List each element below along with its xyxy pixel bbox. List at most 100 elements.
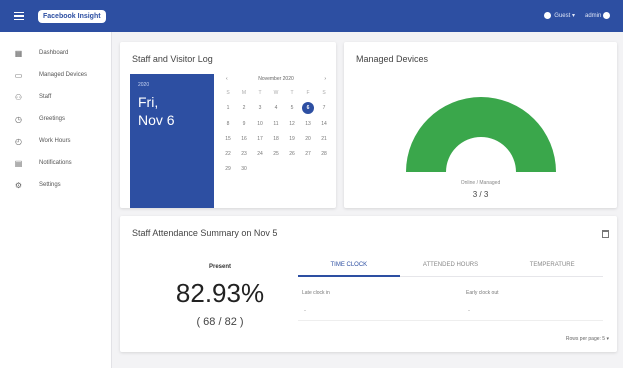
sidebar-item-label: Greetings [39, 116, 66, 122]
calendar-day[interactable]: 7 [316, 103, 332, 113]
visitor-log-card: Staff and Visitor Log 2020 Fri, Nov 6 ‹ … [120, 42, 336, 208]
column-header-late: Late clock in [302, 290, 330, 296]
calendar-day[interactable]: 17 [252, 134, 268, 144]
attendance-tabs: TIME CLOCK ATTENDED HOURS TEMPERATURE [298, 262, 604, 277]
sidebar-item-label: Settings [39, 182, 61, 188]
timer-icon: ◴ [15, 136, 22, 146]
rows-per-page-select[interactable]: Rows per page: 5 ▾ [566, 336, 609, 342]
calendar: ‹ November 2020 › S M T W T F S 1 2 3 4 5 6 7 8 9 10 11 12… [220, 76, 332, 174]
tab-time-clock[interactable]: TIME CLOCK [298, 262, 400, 277]
attendance-ratio: ( 68 / 82 ) [196, 316, 244, 328]
tab-attended-hours[interactable]: ATTENDED HOURS [399, 262, 502, 277]
present-label: Present [208, 264, 231, 270]
rows-per-page-label: Rows per page: 5 [565, 336, 606, 342]
gauge-label: Online / Managed [460, 180, 501, 186]
sidebar-item-label: Staff [39, 94, 52, 100]
calendar-day[interactable]: 27 [300, 149, 316, 159]
calendar-day[interactable]: 4 [268, 103, 284, 113]
card-title: Managed Devices [356, 54, 429, 64]
sidebar-item-settings[interactable]: ⚙ Settings [0, 174, 111, 196]
brand-logo[interactable]: Facebook Insight [38, 9, 106, 23]
weekday-header: S [226, 90, 230, 96]
calendar-day[interactable]: 12 [284, 119, 300, 129]
table-divider [298, 320, 603, 321]
calendar-day[interactable]: 1 [220, 103, 236, 113]
calendar-day[interactable]: 14 [316, 119, 332, 129]
calendar-day[interactable]: 8 [220, 119, 236, 129]
calendar-header: ‹ November 2020 › [220, 76, 332, 82]
sidebar-item-managed-devices[interactable]: ▭ Managed Devices [0, 64, 111, 86]
sidebar-item-label: Work Hours [39, 138, 71, 144]
sidebar-item-label: Notifications [39, 160, 72, 166]
sidebar-item-work-hours[interactable]: ◴ Work Hours [0, 130, 111, 152]
gauge-fill [406, 97, 556, 172]
calendar-day[interactable]: 24 [252, 149, 268, 159]
sidebar-item-greetings[interactable]: ◷ Greetings [0, 108, 111, 130]
gear-icon: ⚙ [14, 180, 23, 190]
tab-temperature[interactable]: TEMPERATURE [501, 262, 604, 277]
selected-date: Nov 6 [138, 112, 175, 128]
sidebar-item-label: Managed Devices [39, 72, 88, 78]
early-value: - [468, 308, 470, 314]
chevron-right-icon[interactable]: › [324, 76, 326, 82]
account-name: admin [584, 13, 602, 20]
weekday-header: M [241, 90, 247, 96]
calendar-day[interactable]: 25 [268, 149, 284, 159]
weekday-header: F [306, 90, 310, 96]
calendar-day[interactable]: 23 [236, 149, 252, 159]
weekday-header: S [322, 90, 326, 96]
sidebar-item-notifications[interactable]: ▤ Notifications [0, 152, 111, 174]
calendar-day[interactable]: 3 [252, 103, 268, 113]
selected-year[interactable]: 2020 [138, 82, 206, 88]
calendar-icon: ▤ [14, 158, 23, 168]
calendar-day[interactable]: 18 [268, 134, 284, 144]
weekday-header: T [290, 90, 294, 96]
calendar-day[interactable]: 16 [236, 134, 252, 144]
calendar-day[interactable]: 15 [220, 134, 236, 144]
sidebar-item-label: Dashboard [39, 50, 69, 56]
calendar-day[interactable]: 13 [300, 119, 316, 129]
menu-icon[interactable] [14, 11, 24, 21]
card-title: Staff and Visitor Log [132, 54, 213, 64]
calendar-day[interactable]: 21 [316, 134, 332, 144]
calendar-day[interactable]: 29 [220, 164, 236, 174]
attendance-percent: 82.93% [175, 278, 265, 308]
top-right-controls: Guest ▾ admin [544, 12, 613, 20]
selected-weekday: Fri, [138, 94, 159, 110]
managed-devices-card: Managed Devices Online / Managed 3 / 3 [344, 42, 617, 208]
sidebar: ▦ Dashboard ▭ Managed Devices ⚇ Staff ◷ … [0, 32, 112, 368]
late-value: - [304, 308, 306, 314]
calendar-day[interactable]: 2 [236, 103, 252, 113]
account-button[interactable]: admin [584, 12, 613, 20]
attendance-summary-card: Staff Attendance Summary on Nov 5 Presen… [120, 216, 617, 352]
people-icon: ⚇ [14, 92, 23, 102]
top-app-bar: Facebook Insight Guest ▾ admin [0, 0, 623, 32]
devices-icon: ▭ [14, 70, 23, 80]
calendar-day[interactable]: 30 [236, 164, 252, 174]
calendar-month: November 2020 [258, 76, 294, 82]
grid-icon: ▦ [14, 48, 23, 58]
selected-date-panel: 2020 Fri, Nov 6 [130, 74, 214, 208]
calendar-day[interactable]: 19 [284, 134, 300, 144]
calendar-day[interactable]: 9 [236, 119, 252, 129]
calendar-icon[interactable] [602, 230, 609, 238]
account-icon [603, 12, 610, 20]
user-menu[interactable]: Guest ▾ [544, 12, 575, 20]
calendar-day[interactable]: 11 [268, 119, 284, 129]
sidebar-item-staff[interactable]: ⚇ Staff [0, 86, 111, 108]
chevron-left-icon[interactable]: ‹ [226, 76, 228, 82]
sidebar-item-dashboard[interactable]: ▦ Dashboard [0, 42, 111, 64]
column-header-early: Early clock out [466, 290, 499, 296]
weekday-header: T [258, 90, 262, 96]
calendar-day[interactable]: 5 [284, 103, 300, 113]
calendar-day[interactable]: 28 [316, 149, 332, 159]
calendar-day[interactable]: 10 [252, 119, 268, 129]
calendar-day[interactable]: 6 [302, 102, 314, 114]
user-menu-label: Guest [554, 13, 571, 20]
calendar-day[interactable]: 26 [284, 149, 300, 159]
calendar-day[interactable]: 22 [220, 149, 236, 159]
clock-icon: ◷ [15, 114, 22, 124]
calendar-day[interactable]: 20 [300, 134, 316, 144]
weekday-header: W [273, 90, 279, 96]
card-title: Staff Attendance Summary on Nov 5 [132, 228, 278, 238]
